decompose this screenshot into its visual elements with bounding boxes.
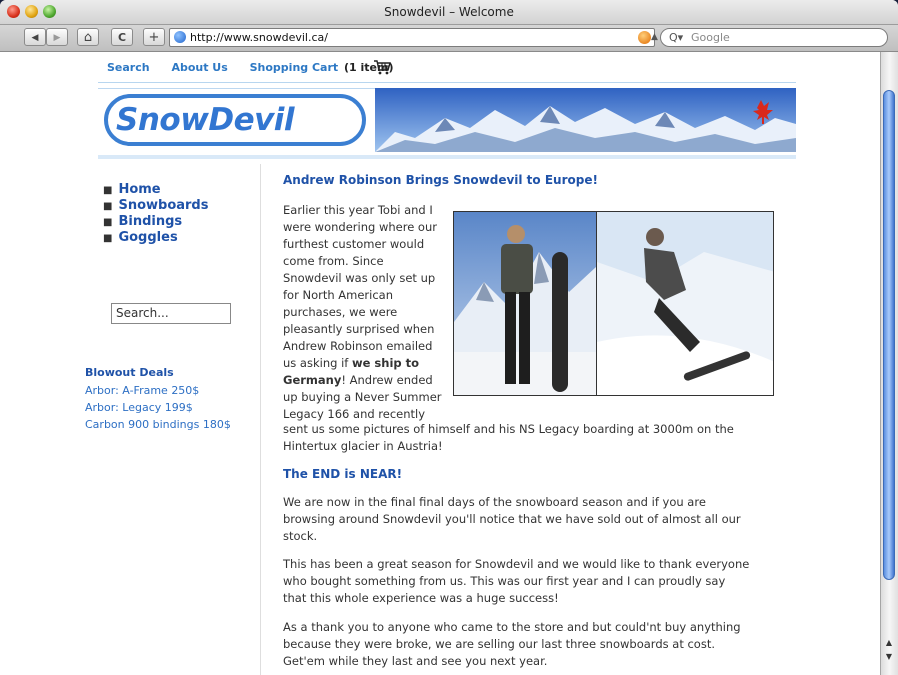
sidebar-navigation: ■ Home ■ Snowboards ■ Bindings ■ Goggles [103, 182, 208, 246]
sidebar-item-label[interactable]: Goggles [118, 230, 177, 245]
article-paragraph: We are now in the final final days of th… [283, 495, 741, 543]
sidebar-item-goggles[interactable]: ■ Goggles [103, 230, 208, 245]
article-paragraph: This has been a great season for Snowdev… [283, 557, 750, 605]
sidebar-item-home[interactable]: ■ Home [103, 182, 208, 197]
header-underline [98, 155, 796, 159]
sidebar-item-snowboards[interactable]: ■ Snowboards [103, 198, 208, 213]
address-url: http://www.snowdevil.ca/ [190, 31, 328, 44]
sidebar-item-bindings[interactable]: ■ Bindings [103, 214, 208, 229]
scroll-down-arrow-icon[interactable]: ▼ [883, 651, 895, 663]
address-bar[interactable]: http://www.snowdevil.ca/ [169, 28, 655, 47]
forward-arrow-icon: ▶ [53, 33, 61, 43]
content-divider [260, 164, 261, 675]
title-bar: Snowdevil – Welcome [0, 0, 898, 25]
deal-link[interactable]: Arbor: Legacy 199$ [85, 401, 193, 414]
article-intro-text: Earlier this year Tobi and I were wonder… [283, 203, 442, 421]
sidebar-search-input[interactable]: Search... [111, 303, 231, 324]
site-logo[interactable]: SnowDevil [116, 102, 295, 138]
browser-toolbar: ◀ ▶ ⌂ C + http://www.snowdevil.ca/ ▲ Q▾ … [0, 25, 898, 52]
snowboarder-photos [453, 211, 774, 396]
article-title[interactable]: The END is NEAR! [283, 467, 402, 481]
add-bookmark-button[interactable]: + [143, 28, 165, 46]
sidebar-item-label[interactable]: Bindings [118, 214, 182, 229]
nav-search-link[interactable]: Search [107, 61, 150, 74]
rss-icon[interactable] [638, 31, 651, 44]
forward-button[interactable]: ▶ [46, 28, 68, 46]
article-title[interactable]: Andrew Robinson Brings Snowdevil to Euro… [283, 173, 598, 187]
mountains-banner-image [375, 88, 796, 152]
shopping-cart-icon[interactable] [373, 59, 391, 75]
nav-about-link[interactable]: About Us [171, 61, 227, 74]
sidebar-item-label[interactable]: Home [118, 182, 160, 197]
home-button[interactable]: ⌂ [77, 28, 99, 46]
reload-button[interactable]: C [111, 28, 133, 46]
web-search-field[interactable]: ▲ Q▾ Google [651, 28, 888, 47]
top-navigation: Search About Us Shopping Cart (1 item) [107, 61, 396, 74]
deal-link[interactable]: Carbon 900 bindings 180$ [85, 418, 231, 431]
header-divider [98, 82, 796, 83]
deal-link[interactable]: Arbor: A-Frame 250$ [85, 384, 199, 397]
search-engine-caret-icon[interactable]: ▲ [651, 29, 658, 46]
snowboarder-photo-image [454, 212, 773, 395]
browser-window: Snowdevil – Welcome ◀ ▶ ⌂ C + http://www… [0, 0, 898, 675]
reload-icon: C [117, 31, 127, 44]
page-viewport: Search About Us Shopping Cart (1 item) S… [0, 52, 880, 675]
plus-icon: + [148, 30, 160, 45]
nav-cart-link[interactable]: Shopping Cart [250, 61, 339, 74]
window-title: Snowdevil – Welcome [384, 5, 514, 19]
home-icon: ⌂ [83, 30, 93, 45]
search-icon: Q▾ [669, 31, 684, 44]
blowout-deals-heading: Blowout Deals [85, 366, 174, 379]
sidebar-item-label[interactable]: Snowboards [118, 198, 208, 213]
back-arrow-icon: ◀ [31, 33, 39, 43]
back-button[interactable]: ◀ [24, 28, 46, 46]
web-search-placeholder: Google [691, 31, 730, 44]
scrollbar-thumb[interactable] [883, 90, 895, 580]
article-paragraph: As a thank you to anyone who came to the… [283, 620, 741, 668]
scroll-up-arrow-icon[interactable]: ▲ [883, 637, 895, 649]
article-continuation-text: sent us some pictures of himself and his… [283, 422, 734, 453]
vertical-scrollbar[interactable]: ▲ ▼ [880, 52, 898, 675]
globe-icon [174, 31, 186, 43]
